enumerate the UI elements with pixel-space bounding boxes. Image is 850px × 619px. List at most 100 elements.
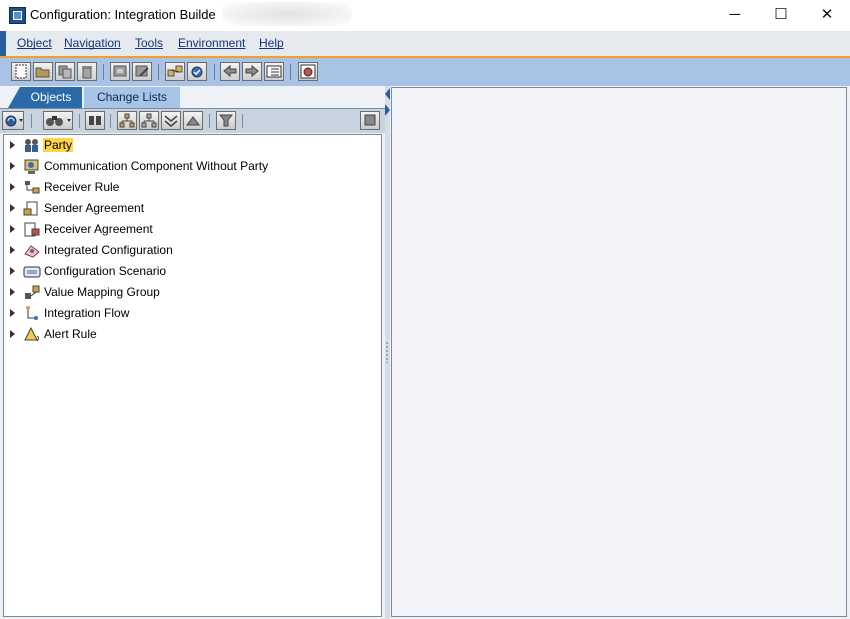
tree-item-communication-component[interactable]: Communication Component Without Party	[4, 156, 381, 177]
app-icon	[9, 7, 26, 24]
toolbar-separator	[290, 64, 291, 80]
filter-icon	[218, 114, 234, 127]
toolbar-separator	[242, 114, 243, 128]
display-icon	[113, 65, 127, 77]
expand-arrow-icon[interactable]	[10, 267, 15, 275]
tree-expand-icon	[119, 113, 135, 128]
tree-item-alert-rule[interactable]: Alert Rule	[4, 324, 381, 345]
check-button[interactable]	[187, 62, 207, 81]
expand-all-icon	[164, 115, 178, 127]
receiver-rule-icon	[25, 181, 40, 194]
main-toolbar	[0, 56, 850, 87]
integrated-configuration-icon	[24, 245, 40, 258]
back-icon	[223, 64, 237, 78]
expand-arrow-icon[interactable]	[10, 225, 15, 233]
communication-component-icon	[24, 159, 39, 174]
menu-help[interactable]: Help	[259, 36, 284, 50]
expand-arrow-icon[interactable]	[10, 246, 15, 254]
collapse-all-button[interactable]	[183, 111, 203, 130]
maximize-pane-button[interactable]	[360, 111, 380, 130]
tree-item-receiver-agreement[interactable]: Receiver Agreement	[4, 219, 381, 240]
title-bar: Configuration: Integration Builde ─ ☐ ✕	[0, 0, 850, 32]
new-document-button[interactable]	[11, 62, 31, 81]
navigation-toolbar	[0, 109, 385, 133]
tree-item-label: Configuration Scenario	[44, 264, 167, 278]
expand-all-button[interactable]	[161, 111, 181, 130]
tree-item-label: Sender Agreement	[44, 201, 145, 215]
transport-button[interactable]	[165, 62, 185, 81]
editor-area	[391, 87, 847, 617]
splitter-grip[interactable]	[386, 341, 388, 363]
copy-button[interactable]	[55, 62, 75, 81]
tab-change-lists[interactable]: Change Lists	[84, 87, 180, 108]
list-icon	[266, 65, 282, 78]
filter-button[interactable]	[216, 111, 236, 130]
edit-icon	[135, 65, 149, 77]
sender-agreement-icon	[23, 201, 38, 216]
refresh-dropdown-button[interactable]	[2, 111, 24, 130]
tree-collapse-icon	[141, 113, 157, 128]
display-button[interactable]	[110, 62, 130, 81]
menu-object[interactable]: Object	[17, 36, 52, 50]
menu-environment[interactable]: Environment	[178, 36, 245, 50]
open-button[interactable]	[33, 62, 53, 81]
delete-icon	[82, 66, 92, 79]
search-icon	[89, 116, 101, 125]
tree-item-label: Party	[43, 138, 74, 152]
expand-arrow-icon[interactable]	[10, 162, 15, 170]
square-icon	[364, 114, 376, 126]
toolbar-separator	[110, 114, 111, 128]
new-document-icon	[15, 64, 27, 79]
window-title: Configuration: Integration Builde	[30, 7, 216, 22]
toolbar-separator	[209, 114, 210, 128]
navigation-pane: Objects Change Lists Party Communication…	[0, 86, 385, 619]
tree-item-label: Value Mapping Group	[44, 285, 160, 299]
list-button[interactable]	[264, 62, 284, 81]
tree-item-receiver-rule[interactable]: Receiver Rule	[4, 177, 381, 198]
tree-item-party[interactable]: Party	[4, 135, 381, 156]
back-button[interactable]	[220, 62, 240, 81]
menu-bar: Object Navigation Tools Environment Help	[0, 31, 850, 91]
copy-icon	[58, 65, 72, 79]
close-button[interactable]: ✕	[804, 0, 850, 30]
minimize-button[interactable]: ─	[712, 0, 758, 30]
menu-navigation[interactable]: Navigation	[64, 36, 121, 50]
menu-tools[interactable]: Tools	[135, 36, 163, 50]
tree-item-label: Alert Rule	[44, 327, 97, 341]
toolbar-separator	[103, 64, 104, 80]
configuration-scenario-icon	[23, 266, 41, 278]
expand-arrow-icon[interactable]	[10, 309, 15, 317]
tree-item-configuration-scenario[interactable]: Configuration Scenario	[4, 261, 381, 282]
tree-item-integrated-configuration[interactable]: Integrated Configuration	[4, 240, 381, 261]
transport-icon	[167, 65, 183, 77]
tree-item-integration-flow[interactable]: Integration Flow	[4, 303, 381, 324]
search-button[interactable]	[85, 111, 105, 130]
editor-pane	[390, 86, 850, 619]
delete-button[interactable]	[77, 62, 97, 81]
toolbar-separator	[31, 114, 32, 128]
party-icon	[25, 139, 38, 152]
tab-objects[interactable]: Objects	[8, 87, 82, 108]
collapse-all-icon	[186, 116, 200, 126]
tree-item-sender-agreement[interactable]: Sender Agreement	[4, 198, 381, 219]
check-icon	[191, 66, 203, 78]
tree-item-value-mapping-group[interactable]: Value Mapping Group	[4, 282, 381, 303]
forward-icon	[245, 64, 259, 78]
collapse-tree-button[interactable]	[139, 111, 159, 130]
object-tree: Party Communication Component Without Pa…	[3, 134, 382, 617]
find-dropdown-button[interactable]	[43, 111, 73, 130]
toolbar-separator	[79, 114, 80, 128]
tree-item-label: Communication Component Without Party	[44, 159, 269, 173]
edit-button[interactable]	[132, 62, 152, 81]
expand-tree-button[interactable]	[117, 111, 137, 130]
forward-button[interactable]	[242, 62, 262, 81]
alert-rule-icon	[24, 326, 39, 342]
maximize-button[interactable]: ☐	[758, 0, 804, 30]
receiver-agreement-icon	[24, 222, 40, 237]
settings-button[interactable]	[298, 62, 318, 81]
expand-arrow-icon[interactable]	[10, 141, 15, 149]
expand-arrow-icon[interactable]	[10, 204, 15, 212]
expand-arrow-icon[interactable]	[10, 288, 15, 296]
expand-arrow-icon[interactable]	[10, 330, 15, 338]
expand-arrow-icon[interactable]	[10, 183, 15, 191]
